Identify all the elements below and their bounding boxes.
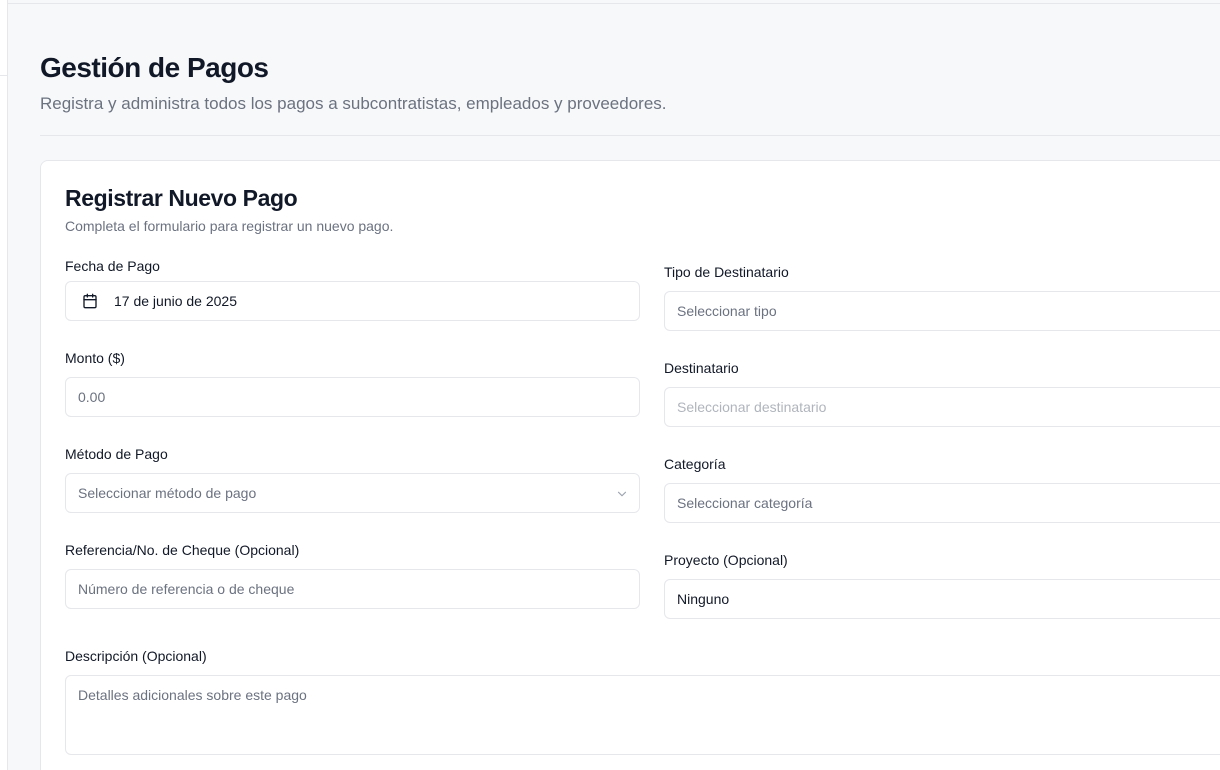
header-divider <box>40 135 1220 136</box>
categoria-select[interactable]: Seleccionar categoría <box>664 483 1220 523</box>
form-title: Registrar Nuevo Pago <box>65 185 298 211</box>
destinatario-placeholder: Seleccionar destinatario <box>677 399 827 415</box>
tipo-placeholder: Seleccionar tipo <box>677 303 777 319</box>
descripcion-textarea[interactable] <box>65 675 1220 755</box>
calendar-icon <box>83 293 97 309</box>
form-description: Completa el formulario para registrar un… <box>65 218 394 234</box>
destinatario-label: Destinatario <box>664 360 739 376</box>
referencia-label: Referencia/No. de Cheque (Opcional) <box>65 542 300 558</box>
referencia-input[interactable] <box>65 569 640 609</box>
monto-input[interactable] <box>65 377 640 417</box>
metodo-label: Método de Pago <box>65 446 168 462</box>
metodo-placeholder: Seleccionar método de pago <box>78 485 257 501</box>
sidebar-edge <box>0 0 8 770</box>
descripcion-label: Descripción (Opcional) <box>65 648 207 664</box>
chevron-down-icon <box>617 491 627 497</box>
proyecto-value: Ninguno <box>677 591 730 607</box>
fecha-date-picker[interactable]: 17 de junio de 2025 <box>65 281 640 321</box>
metodo-select[interactable]: Seleccionar método de pago <box>65 473 640 513</box>
payment-form-card: Registrar Nuevo Pago Completa el formula… <box>40 160 1220 770</box>
categoria-placeholder: Seleccionar categoría <box>677 495 813 511</box>
tipo-select[interactable]: Seleccionar tipo <box>664 291 1220 331</box>
tipo-label: Tipo de Destinatario <box>664 264 789 280</box>
fecha-value: 17 de junio de 2025 <box>114 293 237 309</box>
top-bar <box>8 0 1220 4</box>
page-subtitle: Registra y administra todos los pagos a … <box>40 94 667 113</box>
page-title: Gestión de Pagos <box>40 52 269 83</box>
destinatario-select[interactable]: Seleccionar destinatario <box>664 387 1220 427</box>
proyecto-select[interactable]: Ninguno <box>664 579 1220 619</box>
monto-label: Monto ($) <box>65 350 125 366</box>
sidebar-divider <box>0 75 8 76</box>
fecha-label: Fecha de Pago <box>65 258 160 274</box>
categoria-label: Categoría <box>664 456 726 472</box>
proyecto-label: Proyecto (Opcional) <box>664 552 788 568</box>
